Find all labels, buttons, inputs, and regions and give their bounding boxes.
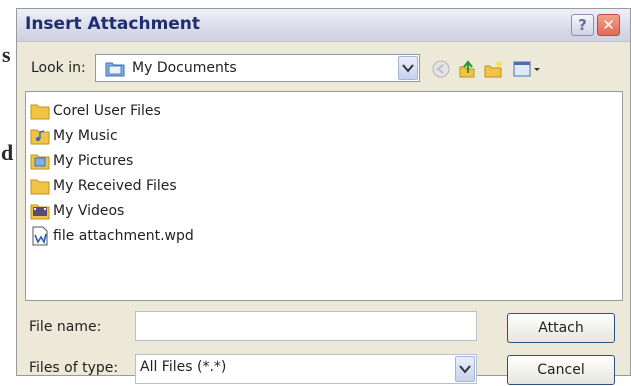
file-name-input[interactable] bbox=[135, 311, 477, 341]
files-of-type-label: Files of type: bbox=[29, 360, 119, 376]
videos-folder-icon bbox=[30, 204, 50, 220]
folder-icon bbox=[30, 179, 50, 195]
close-button[interactable]: ✕ bbox=[597, 14, 620, 36]
back-icon[interactable] bbox=[431, 59, 451, 79]
views-menu-icon[interactable] bbox=[512, 59, 542, 79]
insert-attachment-dialog: Insert Attachment ? ✕ Look in: My Docume… bbox=[16, 8, 631, 385]
look-in-label: Look in: bbox=[31, 60, 86, 76]
dialog-title: Insert Attachment bbox=[25, 14, 201, 34]
list-item[interactable]: My Pictures bbox=[30, 150, 133, 172]
pictures-folder-icon bbox=[30, 154, 50, 170]
background-text-char: s bbox=[2, 42, 11, 67]
list-item[interactable]: Corel User Files bbox=[30, 100, 161, 122]
list-item[interactable]: My Music bbox=[30, 125, 118, 147]
list-item[interactable]: file attachment.wpd bbox=[30, 225, 194, 247]
title-bar: Insert Attachment ? ✕ bbox=[17, 9, 630, 42]
look-in-dropdown[interactable]: My Documents bbox=[95, 54, 420, 82]
cancel-button[interactable]: Cancel bbox=[507, 355, 615, 385]
file-list[interactable]: Corel User Files My Music My Pictures My… bbox=[25, 91, 623, 301]
list-item[interactable]: My Received Files bbox=[30, 175, 177, 197]
folder-icon bbox=[30, 104, 50, 120]
help-button[interactable]: ? bbox=[571, 14, 594, 36]
attach-button[interactable]: Attach bbox=[507, 313, 615, 343]
background-text-char: d bbox=[1, 140, 14, 165]
file-name-label: File name: bbox=[29, 319, 102, 335]
files-of-type-dropdown[interactable]: All Files (*.*) bbox=[135, 354, 477, 384]
music-folder-icon bbox=[30, 129, 50, 145]
new-folder-icon[interactable] bbox=[483, 59, 503, 79]
chevron-down-icon[interactable] bbox=[455, 356, 475, 382]
my-documents-icon bbox=[104, 58, 126, 83]
list-item[interactable]: My Videos bbox=[30, 200, 124, 222]
up-folder-icon[interactable] bbox=[457, 59, 477, 79]
look-in-value: My Documents bbox=[132, 60, 237, 76]
wpd-file-icon bbox=[32, 226, 48, 246]
chevron-down-icon[interactable] bbox=[398, 56, 418, 80]
